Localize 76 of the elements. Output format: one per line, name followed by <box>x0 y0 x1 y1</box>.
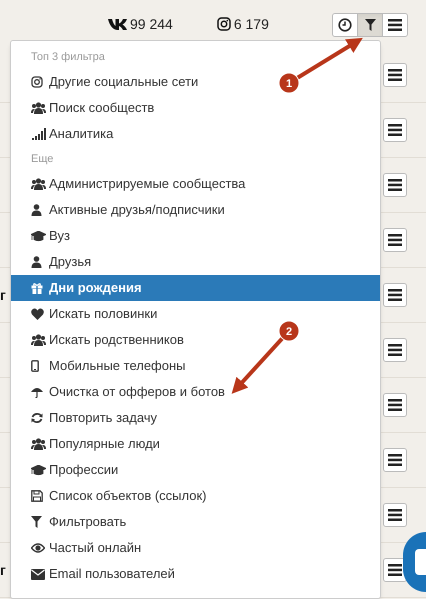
menu-icon <box>388 509 402 521</box>
row-menu-button[interactable] <box>383 283 407 307</box>
users-icon <box>31 102 46 114</box>
chat-icon <box>415 549 426 575</box>
user-icon <box>31 256 42 268</box>
menu-item[interactable]: Повторить задачу <box>11 405 160 431</box>
clock-icon <box>338 18 352 32</box>
row-menu-button[interactable] <box>383 393 407 417</box>
menu-item[interactable]: Поиск сообществ <box>11 95 156 121</box>
menu-item[interactable]: Дни рождения <box>11 275 380 301</box>
user-icon <box>31 204 42 216</box>
graduation-cap-icon <box>31 230 46 242</box>
menu-item[interactable]: Очистка от офферов и ботов <box>11 379 227 405</box>
menu-item[interactable]: Вуз <box>11 223 72 249</box>
menu-icon <box>388 564 402 576</box>
row-menu-button[interactable] <box>383 448 407 472</box>
row-menu-button[interactable] <box>383 338 407 362</box>
menu-icon <box>388 179 402 191</box>
row-menu-button[interactable] <box>383 503 407 527</box>
heart-icon <box>31 308 44 320</box>
menu-icon <box>388 289 402 301</box>
menu-icon <box>388 19 402 31</box>
annotation-badge <box>278 72 300 94</box>
menu-icon <box>388 234 402 246</box>
umbrella-icon <box>31 386 43 398</box>
menu-icon <box>388 454 402 466</box>
menu-item[interactable]: Профессии <box>11 457 120 483</box>
instagram-icon <box>216 17 231 31</box>
eye-icon <box>31 543 45 553</box>
stat-count: 6 179 <box>234 14 269 34</box>
menu-item[interactable]: Популярные люди <box>11 431 162 457</box>
annotation-number: 2 <box>286 326 292 338</box>
users-icon <box>31 334 46 346</box>
users-icon <box>31 438 46 450</box>
menu-item[interactable]: Другие социальные сети <box>11 69 200 95</box>
menu-section-heading: Еще <box>31 152 54 167</box>
menu-item[interactable]: Фильтровать <box>11 509 128 535</box>
filter-icon <box>31 516 42 528</box>
row-menu-button[interactable] <box>383 173 407 197</box>
menu-section-heading: Топ 3 фильтра <box>31 50 105 65</box>
menu-item[interactable]: Друзья <box>11 249 94 275</box>
vk-logo-icon <box>108 18 127 30</box>
menu-item[interactable]: Искать половинки <box>11 301 160 327</box>
row-menu-button[interactable] <box>383 118 407 142</box>
menu-icon <box>388 124 402 136</box>
signal-bars-icon <box>31 128 46 140</box>
envelope-icon <box>31 568 45 580</box>
history-button[interactable] <box>332 13 358 37</box>
menu-button[interactable] <box>382 13 408 37</box>
menu-icon <box>388 344 402 356</box>
mobile-phone-icon <box>31 360 39 372</box>
instagram-icon <box>31 76 43 88</box>
annotation-number: 1 <box>286 78 292 90</box>
menu-item[interactable]: Email пользователей <box>11 561 177 587</box>
users-icon <box>31 178 46 190</box>
filter-icon <box>364 19 376 31</box>
menu-icon <box>388 69 402 81</box>
stat-count: 99 244 <box>130 14 173 34</box>
menu-item[interactable]: Мобильные телефоны <box>11 353 188 379</box>
menu-item[interactable]: Активные друзья/подписчики <box>11 197 227 223</box>
filter-button[interactable] <box>357 13 383 37</box>
menu-item[interactable]: Администрируемые сообщества <box>11 171 248 197</box>
menu-item[interactable]: Аналитика <box>11 121 116 147</box>
refresh-icon <box>31 412 43 424</box>
row-title: г <box>0 560 6 580</box>
menu-item[interactable]: Частый онлайн <box>11 535 144 561</box>
menu-icon <box>388 399 402 411</box>
menu-item[interactable]: Искать родственников <box>11 327 186 353</box>
menu-item[interactable]: Список объектов (ссылок) <box>11 483 209 509</box>
row-menu-button[interactable] <box>383 63 407 87</box>
annotation-badge <box>278 320 300 342</box>
chat-button[interactable] <box>403 532 426 592</box>
graduation-cap-icon <box>31 464 46 476</box>
row-menu-button[interactable] <box>383 228 407 252</box>
gift-icon <box>31 282 43 294</box>
row-title: г <box>0 286 6 304</box>
